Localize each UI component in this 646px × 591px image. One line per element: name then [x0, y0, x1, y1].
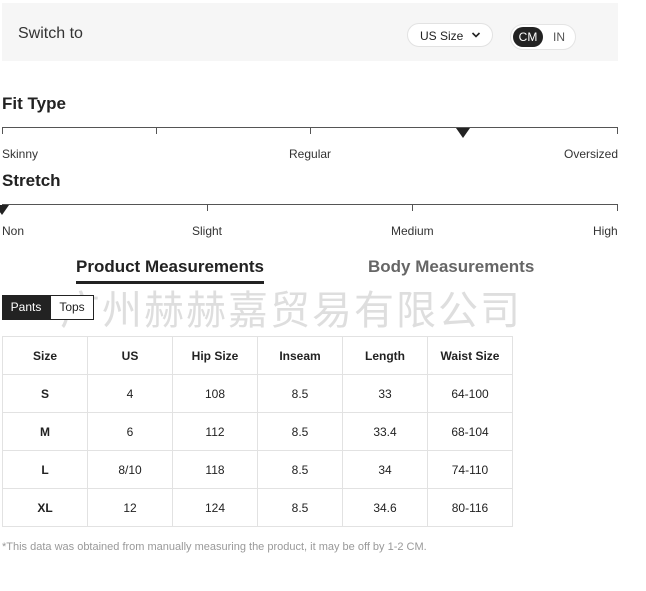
category-pants-button[interactable]: Pants	[2, 295, 50, 320]
stretch-label-medium: Medium	[391, 224, 434, 238]
size-system-value: US Size	[420, 29, 464, 43]
table-cell: 6	[87, 412, 173, 451]
table-cell: 8.5	[257, 450, 343, 489]
stretch-line	[2, 204, 618, 205]
fit-type-title: Fit Type	[2, 94, 66, 113]
stretch-label-slight: Slight	[192, 224, 223, 238]
fit-type-tick	[156, 127, 157, 134]
table-cell: 34.6	[342, 488, 428, 527]
fit-type-label-skinny: Skinny	[2, 147, 39, 161]
table-cell: 64-100	[427, 374, 513, 413]
table-cell: S	[2, 374, 88, 413]
header-size: Size	[2, 336, 88, 375]
unit-switch-bar: Switch to US Size CM IN	[2, 3, 618, 61]
stretch-tick	[207, 204, 208, 211]
table-cell: 124	[172, 488, 258, 527]
table-row: XL 12 124 8.5 34.6 80-116	[2, 488, 513, 527]
tab-body-label: Body Measurements	[368, 257, 535, 276]
size-system-select[interactable]: US Size	[407, 23, 493, 47]
fit-type-marker	[456, 128, 470, 138]
table-cell: 33.4	[342, 412, 428, 451]
tab-body-measurements[interactable]: Body Measurements	[368, 257, 534, 277]
chevron-down-icon	[471, 32, 481, 38]
header-hip-size: Hip Size	[172, 336, 258, 375]
table-cell: 112	[172, 412, 258, 451]
header-us: US	[87, 336, 173, 375]
stretch-label-non: Non	[2, 224, 25, 238]
table-cell: 33	[342, 374, 428, 413]
stretch-tick	[617, 204, 618, 211]
fit-type-label-regular: Regular	[289, 147, 332, 161]
table-cell: 74-110	[427, 450, 513, 489]
table-cell: 108	[172, 374, 258, 413]
table-cell: 34	[342, 450, 428, 489]
table-header-row: Size US Hip Size Inseam Length Waist Siz…	[2, 336, 513, 375]
tab-product-label: Product Measurements	[76, 257, 264, 276]
fit-type-tick	[310, 127, 311, 134]
table-cell: 8.5	[257, 412, 343, 451]
table-cell: M	[2, 412, 88, 451]
table-cell: L	[2, 450, 88, 489]
unit-toggle: CM IN	[510, 24, 576, 50]
table-cell: 8.5	[257, 488, 343, 527]
table-cell: 4	[87, 374, 173, 413]
stretch-tick	[412, 204, 413, 211]
table-cell: 8/10	[87, 450, 173, 489]
stretch-label-high: High	[593, 224, 618, 238]
table-row: S 4 108 8.5 33 64-100	[2, 374, 513, 413]
table-cell: 68-104	[427, 412, 513, 451]
table-row: L 8/10 118 8.5 34 74-110	[2, 450, 513, 489]
category-tops-button[interactable]: Tops	[50, 295, 94, 320]
table-cell: 80-116	[427, 488, 513, 527]
header-length: Length	[342, 336, 428, 375]
stretch-marker	[0, 205, 9, 215]
table-cell: 8.5	[257, 374, 343, 413]
watermark: 广州赫赫嘉贸易有限公司	[60, 288, 522, 334]
table-cell: XL	[2, 488, 88, 527]
fit-type-tick	[2, 127, 3, 134]
fit-type-label-oversized: Oversized	[564, 147, 619, 161]
switch-to-label: Switch to	[18, 25, 83, 42]
measurement-disclaimer: *This data was obtained from manually me…	[2, 541, 427, 553]
size-table: Size US Hip Size Inseam Length Waist Siz…	[2, 336, 513, 527]
unit-cm-button[interactable]: CM	[513, 27, 543, 47]
table-cell: 12	[87, 488, 173, 527]
unit-in-button[interactable]: IN	[549, 27, 569, 47]
table-row: M 6 112 8.5 33.4 68-104	[2, 412, 513, 451]
header-waist-size: Waist Size	[427, 336, 513, 375]
header-inseam: Inseam	[257, 336, 343, 375]
table-cell: 118	[172, 450, 258, 489]
fit-type-tick	[617, 127, 618, 134]
stretch-title: Stretch	[2, 171, 61, 190]
tab-product-measurements[interactable]: Product Measurements	[76, 257, 264, 284]
